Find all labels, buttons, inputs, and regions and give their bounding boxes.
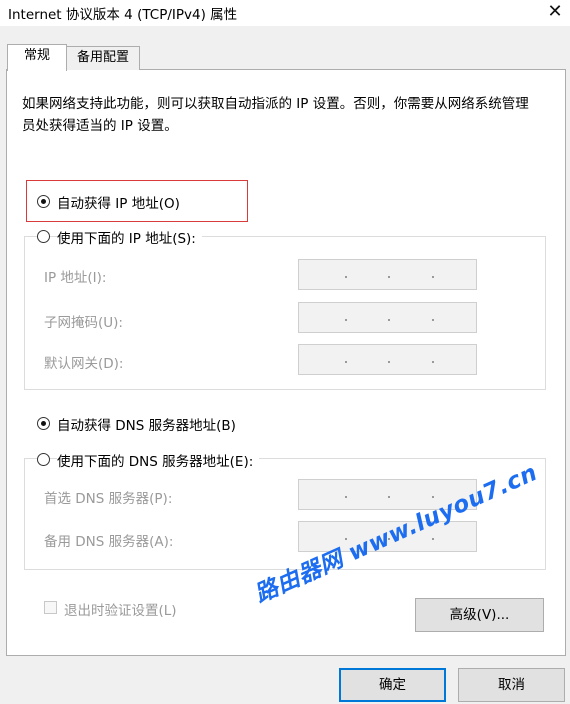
radio-auto-ip[interactable] — [37, 195, 50, 208]
auto-dns-label[interactable]: 自动获得 DNS 服务器地址(B) — [57, 414, 242, 434]
manual-ip-label[interactable]: 使用下面的 IP 地址(S): — [57, 227, 202, 247]
tab-general[interactable]: 常规 — [7, 44, 67, 71]
radio-manual-ip[interactable] — [37, 230, 50, 243]
cancel-button[interactable]: 取消 — [458, 668, 565, 702]
tab-alternate-config[interactable]: 备用配置 — [66, 46, 140, 70]
validate-checkbox[interactable] — [44, 601, 57, 614]
close-icon: ✕ — [547, 1, 563, 22]
advanced-button[interactable]: 高级(V)... — [415, 598, 544, 632]
ip-address-label: IP 地址(I): — [44, 270, 107, 286]
subnet-mask-field[interactable] — [298, 302, 477, 333]
default-gateway-label: 默认网关(D): — [44, 356, 124, 372]
ip-address-field[interactable] — [298, 259, 477, 290]
alternate-dns-label: 备用 DNS 服务器(A): — [44, 534, 174, 550]
auto-ip-label[interactable]: 自动获得 IP 地址(O) — [57, 192, 186, 212]
subnet-mask-label: 子网掩码(U): — [44, 315, 123, 331]
close-button[interactable]: ✕ — [540, 0, 570, 26]
description-text: 如果网络支持此功能，则可以获取自动指派的 IP 设置。否则，你需要从网络系统管理… — [22, 96, 529, 134]
radio-manual-dns[interactable] — [37, 453, 50, 466]
default-gateway-field[interactable] — [298, 344, 477, 375]
preferred-dns-label: 首选 DNS 服务器(P): — [44, 491, 173, 507]
manual-dns-label[interactable]: 使用下面的 DNS 服务器地址(E): — [57, 450, 260, 470]
radio-auto-dns[interactable] — [37, 417, 50, 430]
ok-button[interactable]: 确定 — [339, 668, 446, 702]
validate-label[interactable]: 退出时验证设置(L) — [64, 599, 177, 619]
window-title: Internet 协议版本 4 (TCP/IPv4) 属性 — [8, 7, 238, 23]
